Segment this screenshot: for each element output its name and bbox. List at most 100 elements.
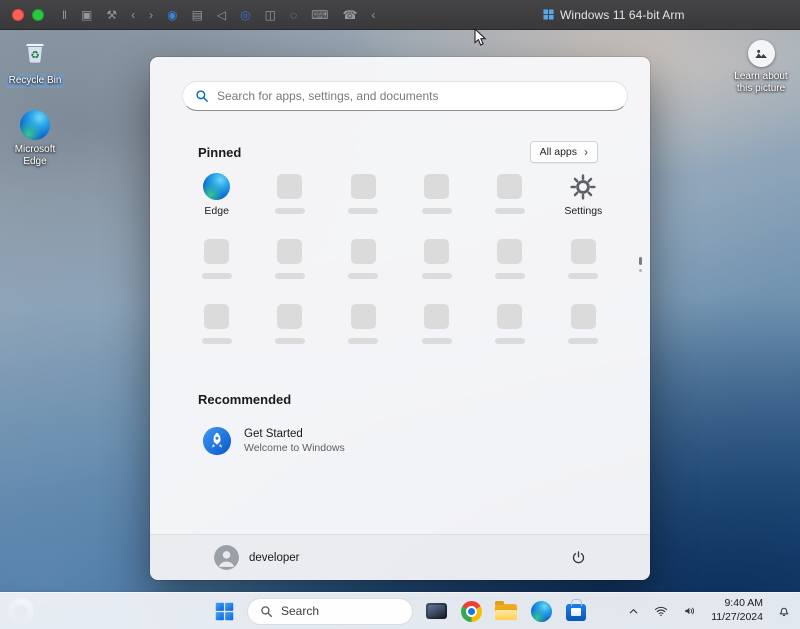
svg-text:♻: ♻ (30, 51, 39, 62)
nav-forward-icon[interactable]: › (149, 9, 153, 21)
placeholder-app-label (422, 208, 452, 214)
pinned-app-placeholder[interactable] (327, 173, 400, 225)
start-menu: Search for apps, settings, and documents… (150, 57, 650, 580)
disk-icon[interactable]: ◉ (167, 9, 177, 21)
all-apps-button[interactable]: All apps › (530, 141, 598, 163)
pinned-app-label: Settings (564, 205, 602, 217)
edge-taskbar-icon (531, 601, 552, 622)
nav-back-icon[interactable]: ‹ (131, 9, 135, 21)
collapse-toolbar-icon[interactable]: ‹ (371, 9, 375, 21)
chrome-icon (461, 601, 482, 622)
file-explorer-button[interactable] (490, 596, 522, 626)
displays-icon[interactable]: ▣ (81, 9, 92, 21)
taskbar-clock[interactable]: 9:40 AM 11/27/2024 (709, 597, 765, 624)
vm-window: ‖ ▣ ⚒ ‹ › ◉ ▤ ◁ ◎ ◫ ◌ ⌨ ☎ ‹ Windows 11 64-bit Arm ♻ R… (0, 0, 800, 629)
pinned-app-placeholder[interactable] (180, 238, 253, 290)
pinned-app-placeholder[interactable] (400, 173, 473, 225)
recommended-section-header-row: Recommended (198, 391, 291, 409)
pinned-app-settings[interactable]: Settings (547, 173, 620, 225)
pinned-app-placeholder[interactable] (547, 238, 620, 290)
pc-app-button[interactable] (420, 596, 452, 626)
placeholder-app-icon (424, 239, 449, 264)
user-profile-button[interactable]: developer (206, 541, 308, 574)
start-button[interactable] (208, 596, 240, 626)
edge-app-button[interactable] (525, 596, 557, 626)
taskbar[interactable]: Search 9:40 AM (0, 592, 800, 629)
tray-time: 9:40 AM (724, 597, 763, 611)
recommended-item-get-started[interactable]: Get Started Welcome to Windows (194, 421, 353, 461)
keyboard-icon[interactable]: ⌨ (311, 9, 328, 21)
recommended-header: Recommended (198, 392, 291, 407)
power-button[interactable] (565, 544, 592, 571)
edge-desktop-icon[interactable]: Microsoft Edge (4, 110, 66, 168)
edge-logo-icon (20, 110, 50, 140)
page-dot-active (639, 257, 642, 265)
user-avatar (214, 545, 239, 570)
chrome-app-button[interactable] (455, 596, 487, 626)
tools-icon[interactable]: ⚒ (106, 9, 117, 21)
placeholder-app-icon (277, 239, 302, 264)
placeholder-app-icon (424, 304, 449, 329)
network-icon[interactable] (651, 601, 671, 621)
placeholder-app-label (495, 338, 525, 344)
hidden-icons-chevron-icon[interactable] (625, 603, 642, 620)
recycle-bin-icon[interactable]: ♻ Recycle Bin (4, 36, 66, 88)
pinned-app-placeholder[interactable] (473, 173, 546, 225)
placeholder-app-label (422, 273, 452, 279)
desktop-icon-label: Learn about this picture (728, 70, 794, 95)
window-title: Windows 11 64-bit Arm (560, 8, 685, 22)
store-icon (566, 604, 586, 621)
start-search-box[interactable]: Search for apps, settings, and documents (182, 81, 628, 111)
settings-gear-icon (570, 173, 597, 200)
pause-icon[interactable]: ‖ (62, 9, 67, 21)
pinned-app-placeholder[interactable] (327, 303, 400, 355)
system-tray: 9:40 AM 11/27/2024 (625, 593, 794, 629)
placeholder-app-icon (204, 304, 229, 329)
notification-bell-icon[interactable] (774, 601, 794, 621)
placeholder-app-icon (497, 239, 522, 264)
recycle-bin-glyph-icon: ♻ (20, 36, 50, 71)
pagination-dots[interactable] (639, 257, 642, 272)
pinned-header: Pinned (198, 145, 241, 160)
window-controls (0, 9, 44, 21)
pinned-app-placeholder[interactable] (547, 303, 620, 355)
titlebar[interactable]: ‖ ▣ ⚒ ‹ › ◉ ▤ ◁ ◎ ◫ ◌ ⌨ ☎ ‹ Windows 11 64-bit Arm (0, 0, 800, 30)
file-explorer-icon (495, 604, 517, 620)
pinned-app-placeholder[interactable] (400, 303, 473, 355)
pc-icon (426, 603, 447, 619)
pinned-app-placeholder[interactable] (253, 173, 326, 225)
placeholder-app-label (495, 208, 525, 214)
placeholder-app-label (275, 338, 305, 344)
pinned-app-placeholder[interactable] (400, 238, 473, 290)
placeholder-app-icon (277, 304, 302, 329)
desktop[interactable]: ♻ Recycle Bin Microsoft Edge Learn about… (0, 30, 800, 629)
taskbar-search[interactable]: Search (247, 598, 413, 625)
learn-about-picture-icon[interactable]: Learn about this picture (728, 40, 794, 95)
zoom-button[interactable] (32, 9, 44, 21)
close-button[interactable] (12, 9, 24, 21)
search-icon (195, 89, 209, 103)
pinned-app-placeholder[interactable] (253, 303, 326, 355)
phone-icon[interactable]: ☎ (342, 9, 357, 21)
pinned-app-placeholder[interactable] (473, 238, 546, 290)
pinned-app-edge[interactable]: Edge (180, 173, 253, 225)
pinned-app-placeholder[interactable] (253, 238, 326, 290)
usb-icon[interactable]: ◫ (265, 9, 276, 21)
windows-logo-icon (543, 9, 554, 20)
search-icon (260, 605, 273, 618)
placeholder-app-icon (351, 239, 376, 264)
placeholder-app-label (568, 273, 598, 279)
headset-icon[interactable]: ◌ (290, 9, 297, 21)
volume-icon[interactable]: ◁ (217, 9, 226, 21)
pinned-app-placeholder[interactable] (327, 238, 400, 290)
placeholder-app-icon (571, 239, 596, 264)
volume-icon[interactable] (680, 601, 700, 621)
printer-icon[interactable]: ▤ (192, 9, 203, 21)
get-started-icon (202, 426, 232, 456)
store-app-button[interactable] (560, 596, 592, 626)
user-name: developer (249, 552, 300, 564)
placeholder-app-label (568, 338, 598, 344)
pinned-app-placeholder[interactable] (473, 303, 546, 355)
pinned-app-placeholder[interactable] (180, 303, 253, 355)
camera-icon[interactable]: ◎ (240, 9, 250, 21)
